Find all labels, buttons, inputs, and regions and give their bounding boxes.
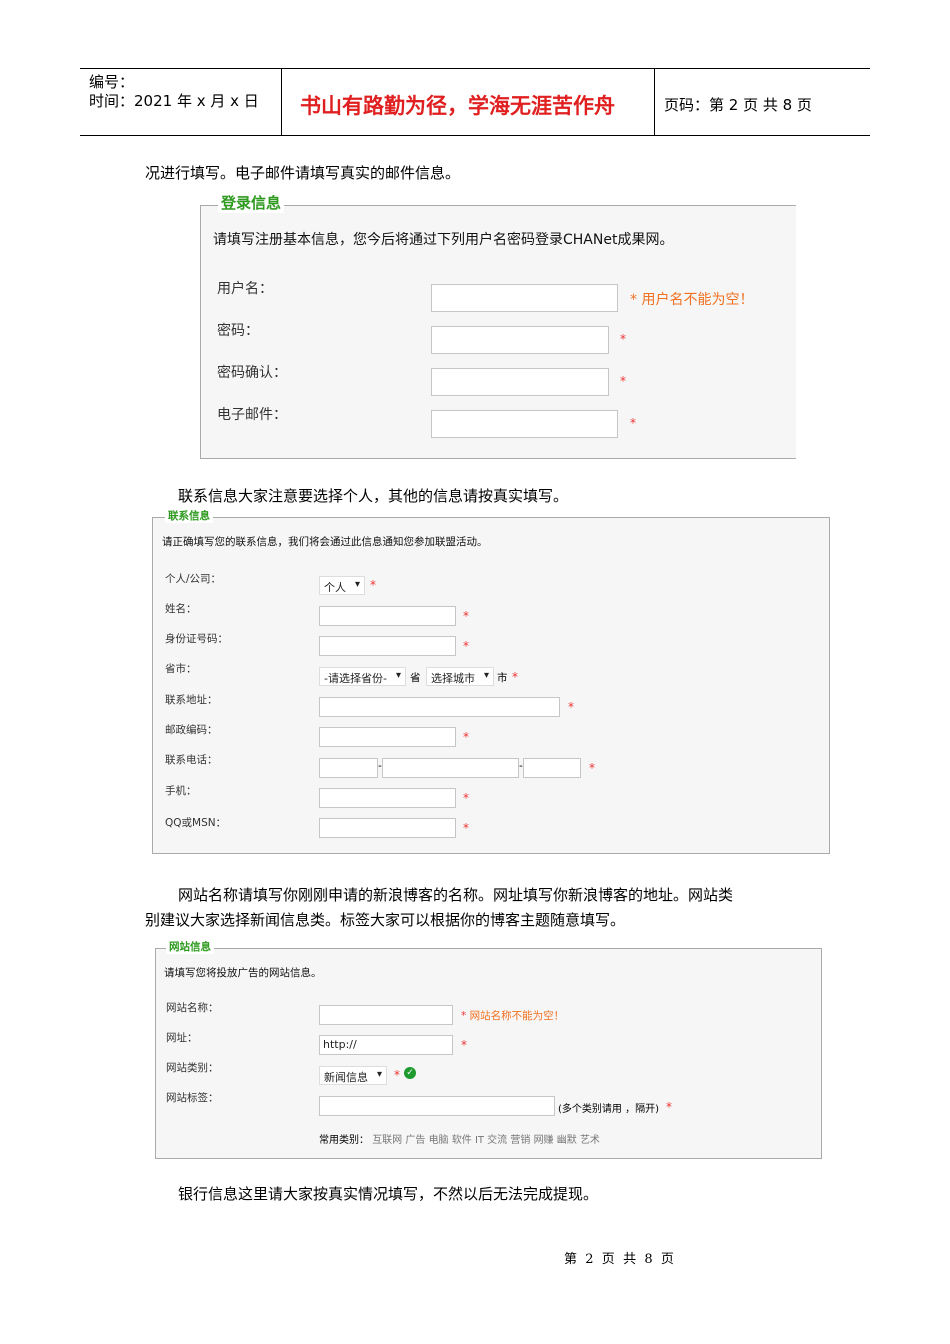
required-star: * [463, 639, 469, 653]
required-star: * [630, 292, 637, 308]
phone-label: 联系电话： [165, 754, 218, 766]
postcode-input[interactable] [319, 727, 456, 747]
city-select[interactable]: 选择城市 [426, 667, 494, 686]
common-tag[interactable]: 互联网 [372, 1135, 402, 1146]
required-star: * [630, 416, 636, 430]
site-name-input[interactable] [319, 1005, 453, 1025]
login-legend: 登录信息 [218, 192, 285, 213]
postcode-label: 邮政编码： [165, 724, 218, 736]
login-instruction: 请填写注册基本信息，您今后将通过下列用户名密码登录CHANet成果网。 [213, 232, 674, 248]
page-label: 页码：第 2 页 共 8 页 [664, 96, 812, 114]
required-star: * [394, 1068, 400, 1082]
phone-area-input[interactable] [319, 758, 378, 778]
type-label: 个人/公司： [165, 573, 222, 585]
paragraph: 别建议大家选择新闻信息类。标签大家可以根据你的博客主题随意填写。 [145, 911, 626, 929]
footer-page-number: 第 2 页 共 8 页 [564, 1252, 674, 1267]
header-divider [281, 68, 282, 136]
address-input[interactable] [319, 697, 560, 717]
required-star: * [512, 670, 518, 684]
password-label: 密码： [217, 323, 259, 339]
site-name-error: * 网站名称不能为空！ [461, 1008, 564, 1023]
check-icon: ✓ [404, 1067, 416, 1079]
document-page: 编号： 时间：2021 年 x 月 x 日 书山有路勤为径，学海无涯苦作舟 页码… [0, 0, 950, 1344]
mobile-input[interactable] [319, 788, 456, 808]
required-star: * [620, 332, 626, 346]
site-category-select[interactable]: 新闻信息 [319, 1066, 387, 1085]
site-url-input[interactable]: http:// [319, 1035, 453, 1055]
email-input[interactable] [431, 410, 618, 438]
qq-msn-label: QQ或MSN： [165, 817, 227, 829]
contact-instruction: 请正确填写您的联系信息，我们将会通过此信息通知您参加联盟活动。 [162, 536, 488, 548]
required-star: * [370, 578, 376, 592]
name-label: 姓名： [165, 603, 197, 615]
mobile-label: 手机： [165, 785, 197, 797]
common-tag[interactable]: IT 交流 [475, 1135, 507, 1146]
required-star: * [461, 1010, 467, 1022]
common-tag[interactable]: 电脑 [429, 1135, 449, 1146]
required-star: * [463, 791, 469, 805]
required-star: * [463, 730, 469, 744]
site-tags-label: 网站标签： [166, 1092, 219, 1104]
time-label: 时间：2021 年 x 月 x 日 [89, 92, 259, 110]
city-suffix: 市 [497, 672, 508, 684]
required-star: * [461, 1038, 467, 1052]
phone-ext-input[interactable] [523, 758, 581, 778]
province-city-label: 省市： [165, 663, 197, 675]
motto: 书山有路勤为径，学海无涯苦作舟 [300, 94, 615, 118]
phone-number-input[interactable] [382, 758, 519, 778]
required-star: * [620, 374, 626, 388]
username-error: * 用户名不能为空！ [630, 289, 753, 309]
required-star: * [589, 761, 595, 775]
website-legend: 网站信息 [166, 939, 214, 954]
province-suffix: 省 [410, 672, 421, 684]
common-tag[interactable]: 幽默 [557, 1135, 577, 1146]
common-categories-label: 常用类别： [319, 1135, 369, 1146]
common-tag[interactable]: 艺术 [580, 1135, 600, 1146]
website-instruction: 请填写您将投放广告的网站信息。 [164, 967, 322, 979]
site-category-label: 网站类别： [166, 1062, 219, 1074]
number-label: 编号： [89, 73, 135, 91]
required-star: * [568, 700, 574, 714]
required-star: * [666, 1100, 672, 1114]
paragraph: 银行信息这里请大家按真实情况填写，不然以后无法完成提现。 [178, 1185, 599, 1203]
email-label: 电子邮件： [217, 407, 287, 423]
required-star: * [463, 609, 469, 623]
id-number-input[interactable] [319, 636, 456, 656]
type-select[interactable]: 个人 [319, 576, 365, 595]
common-tag[interactable]: 软件 [452, 1135, 472, 1146]
common-tag[interactable]: 营销 [510, 1135, 530, 1146]
error-text: 网站名称不能为空！ [469, 1010, 565, 1022]
address-label: 联系地址： [165, 694, 218, 706]
common-tag[interactable]: 广告 [405, 1135, 425, 1146]
header-top-rule [80, 68, 870, 69]
paragraph: 网站名称请填写你刚刚申请的新浪博客的名称。网址填写你新浪博客的地址。网站类 [178, 886, 734, 904]
site-tags-input[interactable] [319, 1096, 555, 1116]
required-star: * [463, 821, 469, 835]
header-bottom-rule [80, 135, 870, 136]
password-confirm-input[interactable] [431, 368, 609, 396]
error-text: 用户名不能为空！ [641, 292, 754, 308]
name-input[interactable] [319, 606, 456, 626]
contact-legend: 联系信息 [165, 508, 213, 523]
common-categories: 常用类别： 互联网 广告 电脑 软件 IT 交流 营销 网赚 幽默 艺术 [319, 1131, 600, 1146]
qq-msn-input[interactable] [319, 818, 456, 838]
username-label: 用户名： [217, 281, 273, 297]
id-number-label: 身份证号码： [165, 633, 228, 645]
site-name-label: 网站名称： [166, 1002, 219, 1014]
common-tag[interactable]: 网赚 [534, 1135, 554, 1146]
province-select[interactable]: -请选择省份- [319, 667, 406, 686]
paragraph: 况进行填写。电子邮件请填写真实的邮件信息。 [145, 164, 461, 182]
tags-hint: (多个类别请用 ，隔开) [558, 1104, 659, 1115]
header-divider [654, 68, 655, 136]
username-input[interactable] [431, 284, 618, 312]
site-url-label: 网址： [166, 1032, 198, 1044]
paragraph: 联系信息大家注意要选择个人，其他的信息请按真实填写。 [178, 487, 569, 505]
password-confirm-label: 密码确认： [217, 365, 287, 381]
password-input[interactable] [431, 326, 609, 354]
